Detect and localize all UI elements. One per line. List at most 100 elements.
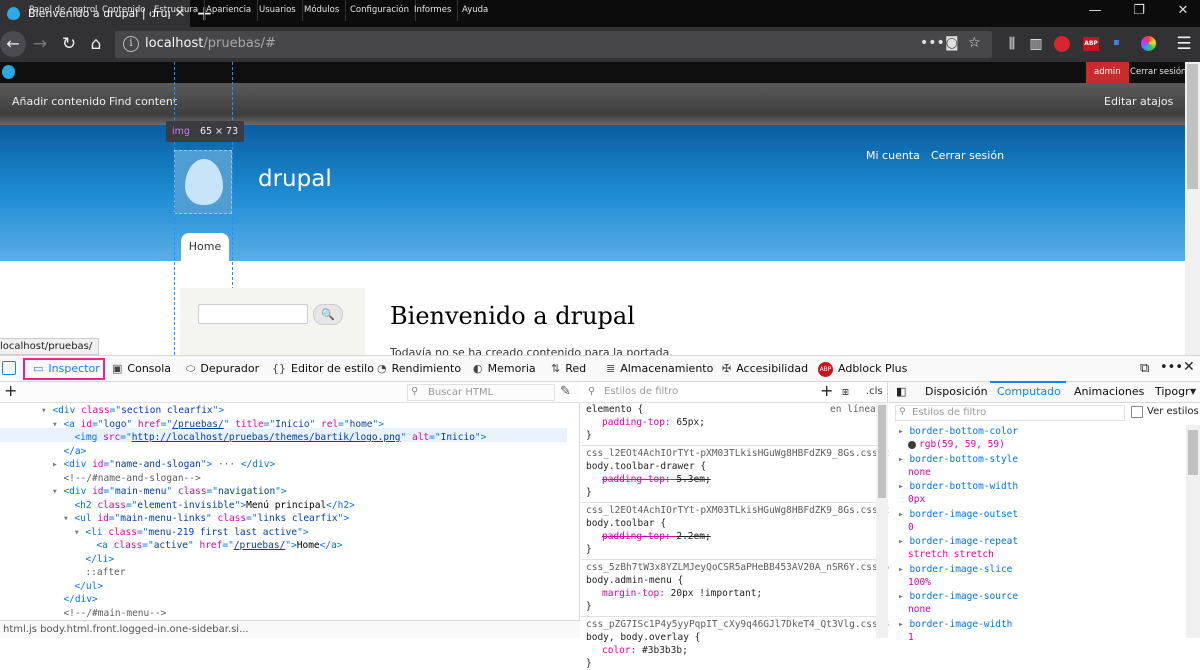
my-account-link[interactable]: Mi cuenta	[866, 149, 920, 162]
rule-selector[interactable]: elemento {	[586, 404, 643, 416]
rule-source-link[interactable]: css_5zBh7tW3x8YZLMJeyQoCSR5aPHeBB453AV20…	[586, 562, 889, 574]
chevron-down-icon[interactable]: ▼	[1190, 387, 1196, 396]
edit-shortcuts-link[interactable]: Editar atajos	[1104, 95, 1173, 108]
bookmark-star-icon[interactable]: ☆	[968, 35, 981, 51]
tab-accessibility[interactable]: ✠ Accesibilidad	[722, 356, 808, 382]
rule-selector[interactable]: body.toolbar-drawer {	[586, 461, 706, 473]
collapse-arrow-icon[interactable]: ▾	[63, 513, 74, 524]
computed-property-name[interactable]: ▸ border-bottom-width	[898, 481, 1018, 493]
computed-property-name[interactable]: ▸ border-image-outset	[898, 509, 1018, 521]
rule-source-link[interactable]: css_pZG7ISc1P4y5yyPqpIT_cXy9q46GJl7DkeT4…	[586, 619, 889, 631]
toolbar-item-configuracion[interactable]: Configuración	[344, 0, 416, 21]
html-search-input[interactable]: Buscar HTML	[407, 384, 555, 401]
rule-source-link[interactable]: css_l2EOt4AchIOrTYt-pXM03TLkisHGuWg8HBFd…	[586, 505, 889, 517]
tab-performance[interactable]: ◔ Rendimiento	[377, 356, 461, 382]
forward-icon[interactable]: →	[28, 33, 52, 55]
toggle-sidebar-icon[interactable]: ◧	[896, 385, 906, 398]
page-scrollbar-thumb[interactable]	[1187, 64, 1198, 189]
toolbar-item-informes[interactable]: Informes	[408, 0, 459, 21]
add-node-icon[interactable]: +	[4, 382, 17, 400]
html-node-line[interactable]: ▾ <div class="section clearfix">	[41, 404, 224, 418]
html-node-line[interactable]: <a class="active" href="/pruebas/">Home<…	[85, 539, 342, 553]
site-logo[interactable]	[174, 150, 232, 214]
logout-link[interactable]: Cerrar sesión	[1130, 62, 1186, 83]
url-bar[interactable]: i localhost/pruebas/# ••• ◙ ☆	[115, 31, 992, 58]
property-value[interactable]: #3b3b3b;	[642, 645, 688, 656]
home-icon[interactable]: ⌂	[84, 33, 108, 55]
rule-source-link[interactable]: css_l2EOt4AchIOrTYt-pXM03TLkisHGuWg8HBFd…	[586, 448, 889, 460]
expand-arrow-icon[interactable]: ▸	[898, 509, 909, 520]
browser-styles-checkbox[interactable]	[1131, 406, 1143, 418]
menu-icon[interactable]: ☰	[1172, 33, 1196, 55]
rule-declaration[interactable]: color: #3b3b3b;	[602, 645, 688, 657]
admin-user-link[interactable]: admin	[1086, 62, 1129, 83]
property-name[interactable]: padding-top:	[602, 474, 676, 485]
html-node-line[interactable]: ▾ <ul id="main-menu-links" class="links …	[63, 512, 349, 526]
search-button[interactable]: 🔍	[313, 304, 343, 325]
property-value[interactable]: 2.2em;	[676, 531, 710, 542]
html-node-line[interactable]: ▾ <li class="menu-219 first last active"…	[74, 526, 309, 540]
property-name[interactable]: padding-top:	[602, 531, 676, 542]
html-node-line[interactable]: ▾ <div id="main-menu" class="navigation"…	[52, 485, 287, 499]
computed-property-name[interactable]: ▸ border-image-repeat	[898, 536, 1018, 548]
html-node-line[interactable]: </a>	[52, 445, 86, 459]
minimize-icon[interactable]: —	[1080, 3, 1110, 18]
toolbar-item-estructura[interactable]: Estructura	[148, 0, 206, 21]
html-node-line[interactable]: </ul>	[63, 580, 103, 594]
library-icon[interactable]: ⫼	[1000, 33, 1024, 55]
html-node-line[interactable]: ::after	[74, 566, 125, 580]
property-name[interactable]: margin-top:	[602, 588, 671, 599]
property-value[interactable]: 5.3em;	[676, 474, 710, 485]
toolbar-item-apariencia[interactable]: Apariencia	[200, 0, 259, 21]
expand-arrow-icon[interactable]: ▸	[898, 454, 909, 465]
drupal-home-icon[interactable]	[2, 65, 15, 79]
toolbar-item-usuarios[interactable]: Usuarios	[253, 0, 303, 21]
close-window-icon[interactable]: ✕	[1168, 3, 1198, 18]
tab-fonts[interactable]: Tipogr	[1155, 383, 1190, 401]
restore-icon[interactable]: ❐	[1124, 3, 1154, 18]
element-picker-icon[interactable]	[2, 361, 16, 375]
main-menu-home[interactable]: Home	[181, 233, 229, 261]
site-info-icon[interactable]: i	[123, 36, 139, 52]
page-actions-icon[interactable]: •••	[920, 35, 945, 51]
color-picker-icon[interactable]	[1141, 36, 1156, 51]
rules-filter-input[interactable]: Estilos de filtro	[604, 386, 678, 397]
expand-arrow-icon[interactable]: ▸	[898, 426, 909, 437]
tab-memory[interactable]: ◐ Memoria	[473, 356, 536, 382]
site-name[interactable]: drupal	[258, 166, 332, 192]
property-value[interactable]: 20px !important;	[671, 588, 763, 599]
toolbar-item-modulos[interactable]: Módulos	[298, 0, 347, 21]
rule-declaration[interactable]: padding-top: 5.3em;	[602, 474, 711, 486]
toolbar-item-ayuda[interactable]: Ayuda	[456, 0, 494, 21]
shortcut-add-content[interactable]: Añadir contenido	[12, 95, 106, 108]
adblock-plus-icon[interactable]: ABP	[1083, 37, 1099, 51]
collapse-arrow-icon[interactable]: ▾	[52, 486, 63, 497]
computed-property-name[interactable]: ▸ border-image-width	[898, 619, 1012, 631]
pocket-icon[interactable]: ◙	[945, 35, 959, 51]
tab-style-editor[interactable]: {} Editor de estilo	[272, 356, 374, 382]
expand-arrow-icon[interactable]: ▸	[898, 564, 909, 575]
back-icon[interactable]: ←	[0, 31, 26, 57]
reload-icon[interactable]: ↻	[57, 33, 81, 55]
pseudo-class-icon[interactable]: ⧆	[842, 385, 849, 399]
toolbar-item-contenido[interactable]: Contenido	[96, 0, 153, 21]
expand-arrow-icon[interactable]: ▸	[898, 619, 909, 630]
rule-declaration[interactable]: padding-top: 65px;	[602, 417, 705, 429]
collapse-arrow-icon[interactable]: ▾	[52, 419, 63, 430]
tab-console[interactable]: ▣ Consola	[112, 356, 171, 382]
computed-property-name[interactable]: ▸ border-bottom-color	[898, 426, 1018, 438]
tab-animations[interactable]: Animaciones	[1074, 383, 1144, 401]
tab-adblock[interactable]: ABP Adblock Plus	[818, 356, 907, 382]
html-node-line[interactable]: ▸ <div id="name-and-slogan"> ··· </div>	[52, 458, 275, 472]
html-node-line[interactable]: <!--/#main-menu-->	[52, 607, 166, 621]
collapse-arrow-icon[interactable]: ▾	[41, 405, 52, 416]
opera-extension-icon[interactable]	[1054, 36, 1070, 52]
tab-storage[interactable]: ≣ Almacenamiento	[606, 356, 713, 382]
html-node-line[interactable]: </li>	[74, 553, 114, 567]
computed-scrollbar-thumb[interactable]	[1188, 430, 1198, 475]
property-name[interactable]: color:	[602, 645, 642, 656]
shortcut-find-content[interactable]: Find content	[109, 95, 177, 108]
html-node-line[interactable]: <!--/#name-and-slogan-->	[52, 472, 200, 486]
eyedropper-icon[interactable]: ✎	[560, 384, 571, 399]
rule-selector[interactable]: body, body.overlay {	[586, 632, 700, 644]
